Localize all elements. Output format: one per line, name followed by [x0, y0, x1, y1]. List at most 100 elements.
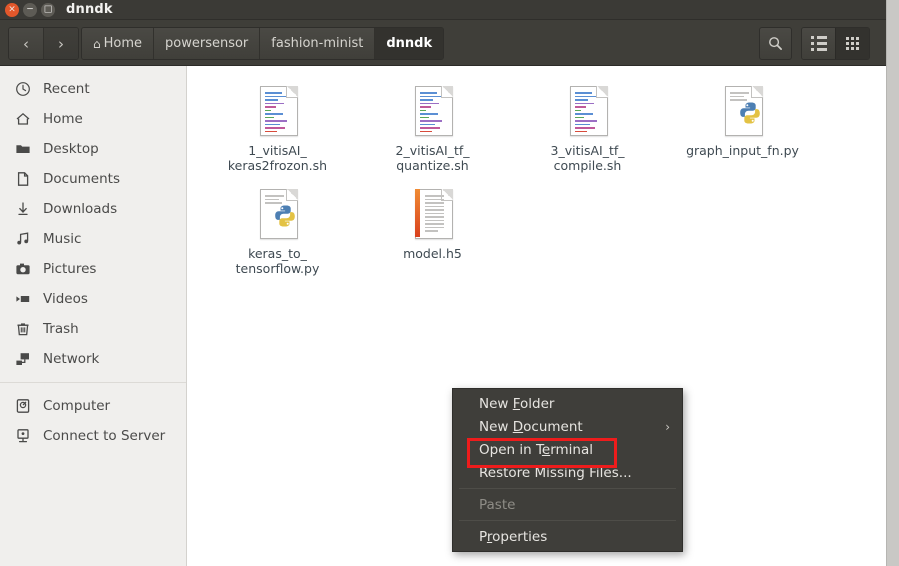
- breadcrumb-label: fashion-minist: [271, 36, 364, 51]
- server-icon: [14, 428, 32, 444]
- sidebar-item-label: Recent: [43, 81, 90, 97]
- sidebar-item-label: Music: [43, 231, 82, 247]
- file-grid: 1_vitisAI_ keras2frozon.sh 2_vitisAI_tf_…: [188, 80, 886, 286]
- sidebar-item-desktop[interactable]: Desktop: [0, 134, 186, 164]
- maximize-icon: □: [43, 4, 53, 14]
- file-item[interactable]: 1_vitisAI_ keras2frozon.sh: [200, 80, 355, 183]
- sidebar-item-pictures[interactable]: Pictures: [0, 254, 186, 284]
- sidebar-item-documents[interactable]: Documents: [0, 164, 186, 194]
- menu-item-label: New Document: [479, 418, 583, 435]
- chevron-left-icon: ‹: [23, 34, 29, 53]
- grid-view-icon: [846, 37, 859, 50]
- python-logo-icon: [739, 102, 760, 124]
- network-icon: [14, 351, 32, 367]
- menu-item-label: Paste: [479, 496, 516, 513]
- sidebar: Recent Home Desktop Documents Downloads …: [0, 66, 187, 566]
- minimize-icon: −: [26, 4, 34, 14]
- sidebar-item-home[interactable]: Home: [0, 104, 186, 134]
- sidebar-item-trash[interactable]: Trash: [0, 314, 186, 344]
- file-name-label: 2_vitisAI_tf_ quantize.sh: [395, 143, 470, 173]
- sidebar-item-downloads[interactable]: Downloads: [0, 194, 186, 224]
- sidebar-item-computer[interactable]: Computer: [0, 391, 186, 421]
- file-item[interactable]: model.h5: [355, 183, 510, 286]
- window-controls: × − □: [5, 3, 55, 17]
- file-name-label: 1_vitisAI_ keras2frozon.sh: [227, 143, 328, 173]
- python-file-icon: [719, 84, 767, 138]
- grid-view-button[interactable]: [835, 28, 869, 59]
- file-item[interactable]: 3_vitisAI_tf_ compile.sh: [510, 80, 665, 183]
- breadcrumb: ⌂ Home powersensor fashion-minist dnndk: [81, 27, 445, 60]
- clock-icon: [14, 81, 32, 97]
- search-button[interactable]: [759, 27, 792, 60]
- file-item[interactable]: graph_input_fn.py: [665, 80, 820, 183]
- context-menu: New Folder New Document › Open in Termin…: [452, 388, 683, 552]
- home-icon: ⌂: [93, 36, 101, 51]
- chevron-right-icon: ›: [58, 34, 64, 53]
- toolbar: ‹ › ⌂ Home powersensor fashion-minist dn…: [0, 20, 886, 66]
- minimize-window-button[interactable]: −: [23, 3, 37, 17]
- search-icon: [769, 37, 782, 50]
- video-icon: [14, 291, 32, 307]
- window-title: dnndk: [66, 2, 113, 17]
- list-view-icon: [811, 36, 827, 51]
- sidebar-item-label: Pictures: [43, 261, 97, 277]
- script-file-icon: [564, 84, 612, 138]
- menu-item-properties[interactable]: Properties: [453, 525, 682, 548]
- menu-item-new-document[interactable]: New Document ›: [453, 415, 682, 438]
- navigation-buttons: ‹ ›: [8, 27, 79, 60]
- sidebar-item-label: Documents: [43, 171, 120, 187]
- file-name-label: 3_vitisAI_tf_ compile.sh: [550, 143, 625, 173]
- home-icon: [14, 111, 32, 127]
- breadcrumb-item-powersensor[interactable]: powersensor: [154, 28, 261, 59]
- sidebar-item-label: Videos: [43, 291, 88, 307]
- sidebar-item-recent[interactable]: Recent: [0, 74, 186, 104]
- text-file-icon: [409, 187, 457, 241]
- chevron-right-icon: ›: [665, 419, 670, 434]
- menu-item-restore-missing-files[interactable]: Restore Missing Files...: [453, 461, 682, 484]
- menu-item-open-in-terminal[interactable]: Open in Terminal: [453, 438, 682, 461]
- sidebar-item-label: Desktop: [43, 141, 99, 157]
- menu-item-new-folder[interactable]: New Folder: [453, 392, 682, 415]
- file-item[interactable]: keras_to_ tensorflow.py: [200, 183, 355, 286]
- close-window-button[interactable]: ×: [5, 3, 19, 17]
- sidebar-item-network[interactable]: Network: [0, 344, 186, 374]
- music-note-icon: [14, 231, 32, 247]
- breadcrumb-label: Home: [103, 36, 143, 51]
- forward-button[interactable]: ›: [43, 28, 78, 59]
- breadcrumb-item-home[interactable]: ⌂ Home: [82, 28, 155, 59]
- python-file-icon: [254, 187, 302, 241]
- sidebar-item-label: Computer: [43, 398, 111, 414]
- maximize-window-button[interactable]: □: [41, 3, 55, 17]
- file-name-label: model.h5: [403, 246, 462, 261]
- file-item[interactable]: 2_vitisAI_tf_ quantize.sh: [355, 80, 510, 183]
- list-view-button[interactable]: [802, 28, 835, 59]
- sidebar-item-label: Downloads: [43, 201, 118, 217]
- sidebar-item-label: Trash: [43, 321, 79, 337]
- camera-icon: [14, 261, 32, 277]
- computer-icon: [14, 398, 32, 414]
- menu-item-label: Properties: [479, 528, 548, 545]
- download-icon: [14, 201, 32, 217]
- breadcrumb-label: powersensor: [165, 36, 249, 51]
- trash-icon: [14, 321, 32, 337]
- document-icon: [14, 171, 32, 187]
- file-manager-window: × − □ dnndk ‹ › ⌂ Home powersensor fashi…: [0, 0, 886, 566]
- file-name-label: graph_input_fn.py: [686, 143, 799, 158]
- back-button[interactable]: ‹: [9, 28, 43, 59]
- sidebar-item-music[interactable]: Music: [0, 224, 186, 254]
- menu-item-label: New Folder: [479, 395, 555, 412]
- menu-item-paste: Paste: [453, 493, 682, 516]
- breadcrumb-item-fashion-minist[interactable]: fashion-minist: [260, 28, 376, 59]
- view-mode-group: [801, 27, 870, 60]
- close-icon: ×: [8, 4, 16, 14]
- breadcrumb-item-dnndk[interactable]: dnndk: [375, 28, 444, 59]
- python-logo-icon: [274, 205, 295, 227]
- sidebar-item-label: Network: [43, 351, 100, 367]
- folder-icon: [14, 141, 32, 157]
- sidebar-item-label: Home: [43, 111, 83, 127]
- desktop-background-strip: [886, 0, 899, 566]
- script-file-icon: [254, 84, 302, 138]
- menu-separator: [459, 520, 676, 521]
- sidebar-item-connect-to-server[interactable]: Connect to Server: [0, 421, 186, 451]
- sidebar-item-videos[interactable]: Videos: [0, 284, 186, 314]
